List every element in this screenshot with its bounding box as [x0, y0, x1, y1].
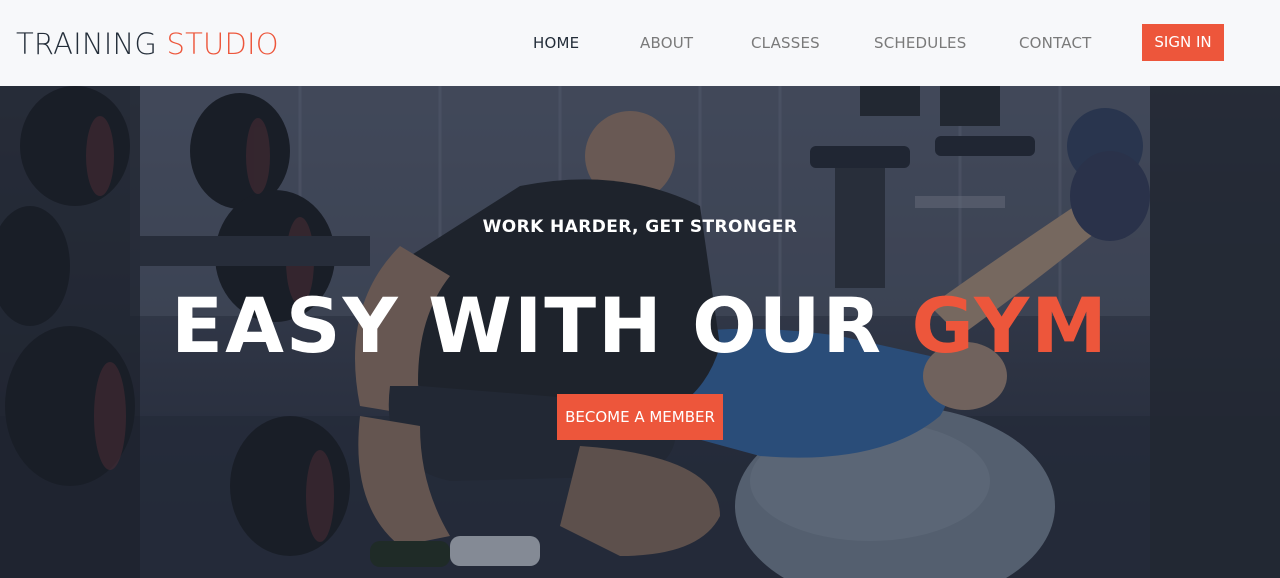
nav-item-classes[interactable]: CLASSES — [751, 34, 820, 52]
hero-section: WORK HARDER, GET STRONGER EASY WITH OUR … — [0, 86, 1280, 578]
hero-subtitle: WORK HARDER, GET STRONGER — [482, 217, 798, 237]
nav-item-about[interactable]: ABOUT — [640, 34, 693, 52]
nav-item-home[interactable]: HOME — [533, 34, 579, 52]
main-nav: HOME ABOUT CLASSES SCHEDULES CONTACT — [0, 0, 1280, 86]
become-member-button[interactable]: BECOME A MEMBER — [557, 394, 723, 440]
nav-item-contact[interactable]: CONTACT — [1019, 34, 1092, 52]
sign-in-button[interactable]: SIGN IN — [1142, 24, 1224, 61]
site-header: TRAINING STUDIO HOME ABOUT CLASSES SCHED… — [0, 0, 1280, 86]
nav-item-schedules[interactable]: SCHEDULES — [874, 34, 966, 52]
hero-title: EASY WITH OUR GYM — [0, 281, 1280, 371]
hero-title-accent: GYM — [911, 281, 1109, 370]
hero-title-main: EASY WITH OUR — [171, 281, 912, 370]
